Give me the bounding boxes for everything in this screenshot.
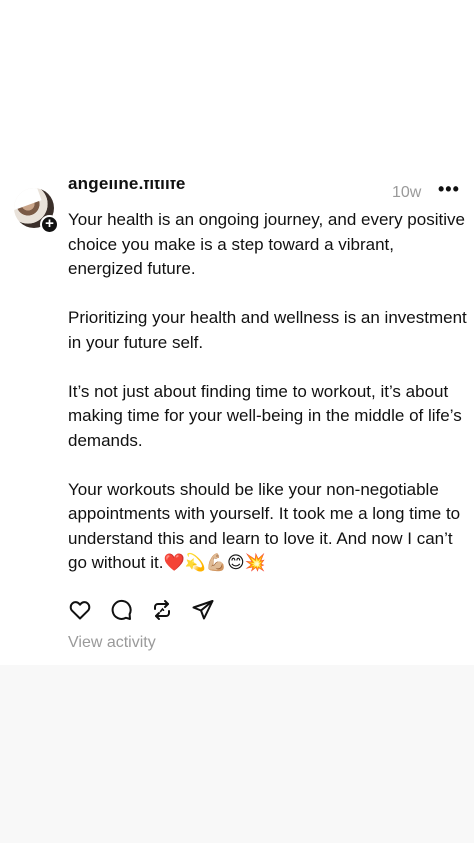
view-activity-link[interactable]: View activity (68, 634, 156, 652)
username[interactable]: angeline.fitlife (68, 180, 186, 194)
repost-icon[interactable] (150, 598, 174, 622)
emoji-group: ❤️💫💪🏼😊💥 (163, 553, 266, 573)
thread-post: + angeline.fitlife 10w ••• Your health i… (0, 180, 474, 665)
comment-icon[interactable] (109, 598, 133, 622)
post-paragraph-1: Your health is an ongoing journey, and e… (68, 210, 465, 278)
post-paragraph-4: Your workouts should be like your non-ne… (68, 478, 468, 576)
heart-icon[interactable] (68, 598, 92, 622)
more-options-icon[interactable]: ••• (438, 180, 460, 198)
post-paragraph-2: Prioritizing your health and wellness is… (68, 308, 467, 352)
bottom-blank-area (0, 665, 474, 843)
post-body: Your health is an ongoing journey, and e… (68, 208, 468, 576)
share-icon[interactable] (191, 598, 215, 622)
follow-plus-icon[interactable]: + (40, 215, 59, 234)
post-timestamp: 10w (392, 184, 422, 201)
avatar[interactable]: + (14, 188, 59, 234)
top-blank-area (0, 0, 474, 180)
post-paragraph-3: It’s not just about finding time to work… (68, 381, 462, 450)
username-clip: angeline.fitlife (68, 180, 268, 201)
